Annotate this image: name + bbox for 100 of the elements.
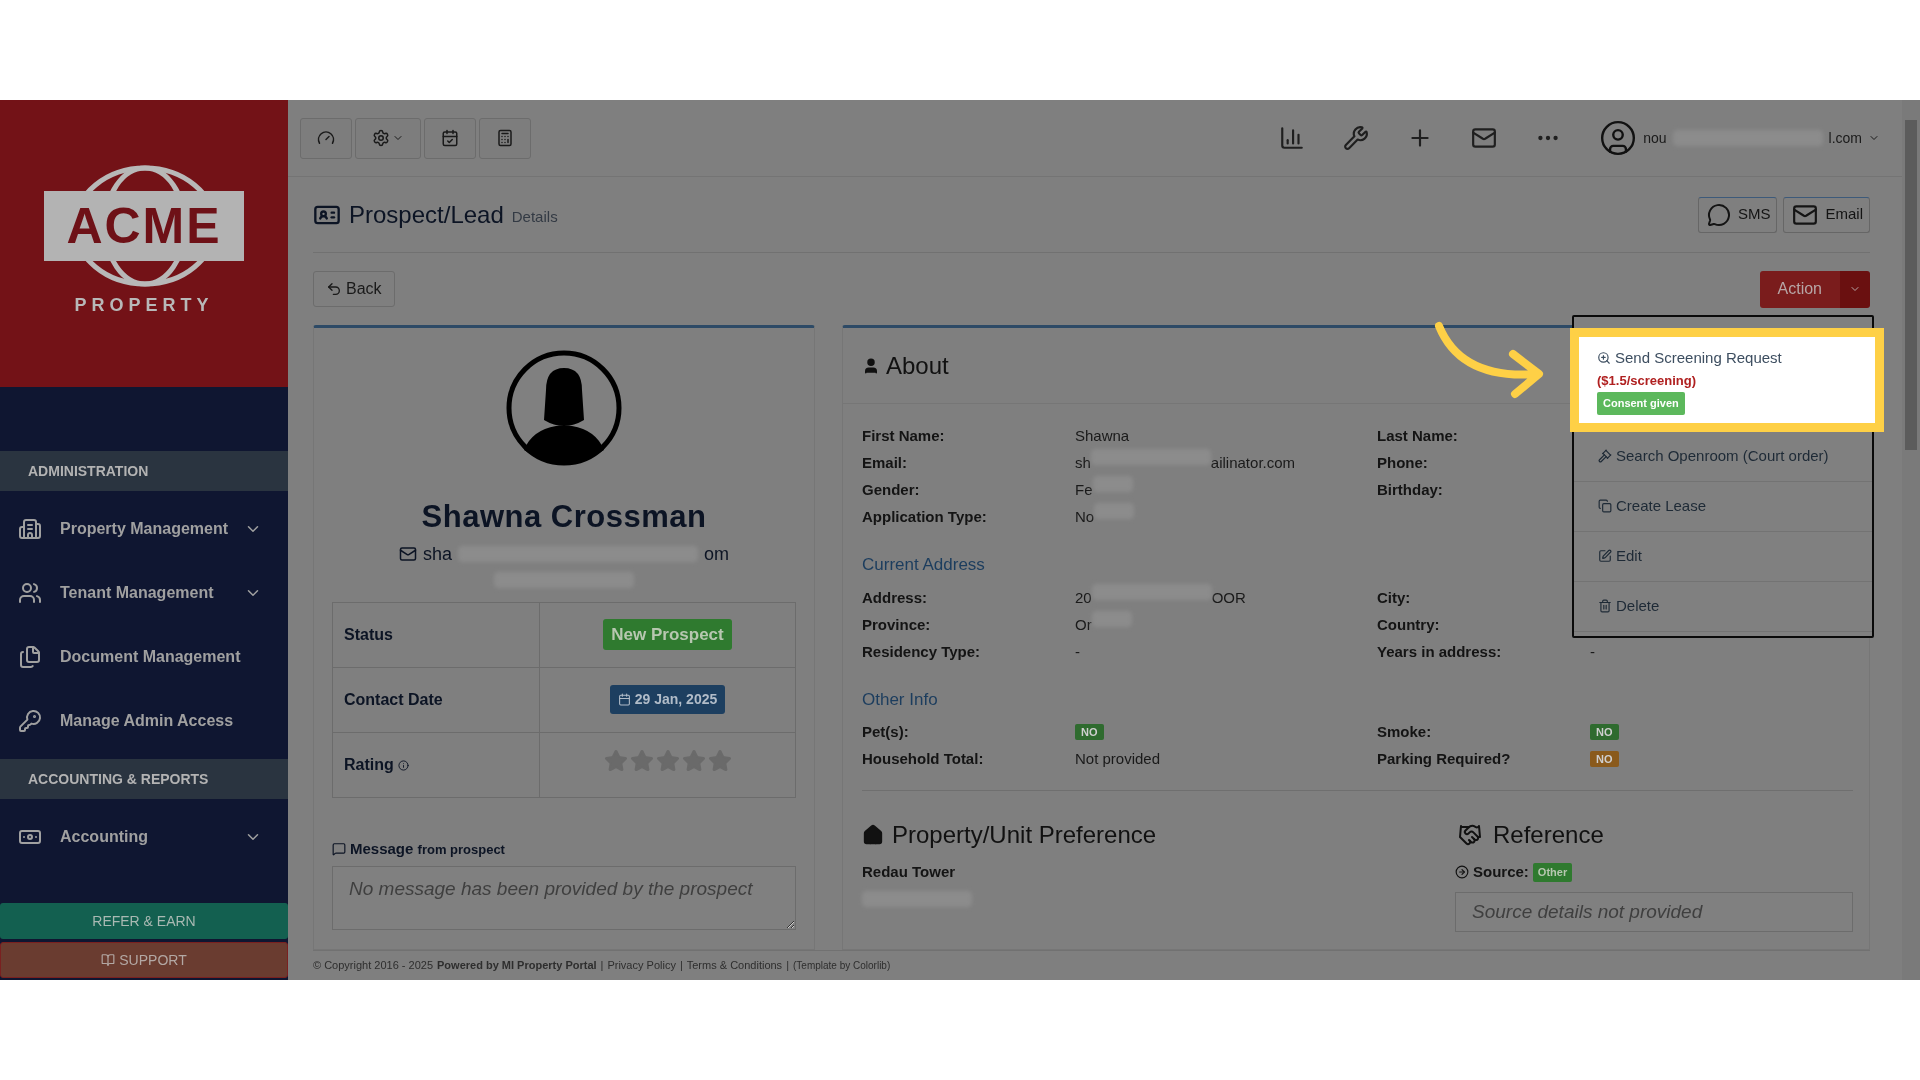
toolbar-button[interactable] — [355, 117, 421, 159]
field-value: 20 — [1075, 587, 1092, 608]
email-text: sha — [422, 542, 452, 566]
trash-icon — [1598, 599, 1612, 613]
bar-chart-icon[interactable] — [1279, 125, 1306, 151]
field-label: Country: — [1377, 614, 1441, 635]
field-value: sh — [1075, 453, 1091, 473]
field-value: Shawna — [1075, 426, 1130, 446]
wrench-icon[interactable] — [1343, 125, 1370, 151]
field-label: Pet(s): — [862, 722, 910, 742]
field-label: City: — [1377, 587, 1412, 608]
calendar-check-icon — [441, 129, 459, 147]
email-button[interactable]: Email — [1783, 196, 1870, 233]
user-icon — [862, 356, 880, 375]
sidebar-item[interactable]: Tenant Management — [0, 561, 288, 625]
field-label: Household Total: — [862, 749, 985, 769]
user-avatar-icon — [1599, 119, 1638, 157]
field-label: Last Name: — [1377, 426, 1459, 446]
date-badge: 29 Jan, 2025 — [609, 685, 726, 714]
source-label: Source: — [1473, 862, 1529, 882]
calendar-icon — [617, 693, 631, 706]
footer-separator: | — [600, 958, 604, 974]
field-value: - — [1590, 641, 1595, 662]
field-label: Gender: — [862, 480, 921, 500]
footer-link[interactable]: Terms & Conditions — [686, 957, 783, 974]
field-value: - — [1075, 641, 1080, 662]
logo-tagline: PROPERTY — [73, 293, 215, 317]
field-label: First Name: — [862, 426, 946, 446]
no-badge: NO — [1590, 723, 1619, 740]
section-title: Property/Unit Preference — [892, 820, 1157, 850]
no-badge: NO — [1590, 750, 1619, 767]
files-icon — [18, 645, 42, 669]
settings-icon — [372, 129, 390, 147]
book-icon — [101, 953, 116, 967]
sidebar-item[interactable]: Property Management — [0, 497, 288, 561]
info-icon — [397, 759, 409, 771]
consent-badge: Consent given — [1597, 392, 1685, 415]
footer-separator: | — [786, 958, 789, 974]
refer-earn-button[interactable]: REFER & EARN — [0, 903, 288, 939]
comment-icon — [332, 841, 346, 856]
mail-icon[interactable] — [1471, 125, 1498, 151]
subsection-title: Current Address — [862, 554, 985, 576]
table-cell: Status — [332, 602, 540, 667]
sidebar-item[interactable]: Manage Admin Access — [0, 689, 288, 753]
edit-icon — [1598, 549, 1612, 563]
sidebar-item[interactable]: Accounting — [0, 805, 288, 869]
email-text: om — [704, 542, 729, 566]
field-label: Province: — [862, 614, 932, 635]
table-cell: Contact Date — [332, 667, 540, 732]
field-label: Parking Required? — [1377, 749, 1512, 769]
house-icon — [862, 824, 884, 846]
field-value: ailinator.com — [1210, 453, 1296, 473]
field-label: Years in address: — [1377, 641, 1503, 662]
user-menu[interactable]: nou l.com — [1599, 119, 1880, 157]
back-button[interactable]: Back — [313, 271, 395, 307]
message-label: Message from prospect — [350, 838, 505, 859]
source-field[interactable]: Source details not provided — [1455, 891, 1853, 932]
field-label: Smoke: — [1377, 722, 1433, 742]
menu-item[interactable]: Edit — [1574, 531, 1872, 582]
gavel-icon — [1598, 449, 1612, 463]
table-cell: Rating — [332, 732, 540, 797]
menu-item[interactable]: Search Openroom (Court order) — [1574, 431, 1872, 482]
field-value: OOR — [1211, 587, 1246, 608]
field-label: Birthday: — [1377, 480, 1444, 500]
field-label: Email: — [862, 453, 908, 473]
menu-item[interactable]: Delete — [1574, 581, 1872, 632]
section-header: ACCOUNTING & REPORTS — [0, 759, 288, 799]
status-badge: New Prospect — [603, 618, 732, 651]
field-label: Address: — [862, 587, 929, 608]
field-value: Not provided — [1075, 749, 1161, 769]
building-icon — [18, 517, 42, 541]
powered-by-text: Powered by MI Property Portal — [437, 958, 597, 974]
field-label: Application Type: — [862, 507, 988, 527]
message-field[interactable]: No message has been provided by the prospect — [332, 866, 796, 930]
search-icon — [1597, 351, 1611, 366]
price-text: ($1.5/screening) — [1597, 371, 1697, 390]
menu-item[interactable]: Create Lease — [1574, 481, 1872, 532]
field-label: Phone: — [1377, 453, 1429, 473]
sms-button[interactable]: SMS — [1697, 196, 1778, 233]
source-badge: Other — [1532, 863, 1573, 882]
menu-item[interactable]: Send Screening Request ($1.5/screening) Consent given — [1579, 337, 1875, 423]
credit-text: (Template by Colorlib) — [793, 959, 891, 973]
toolbar-button[interactable] — [479, 117, 531, 159]
section-header: ADMINISTRATION — [0, 451, 288, 491]
sidebar-item[interactable]: Document Management — [0, 625, 288, 689]
users-icon — [18, 581, 42, 605]
section-title: About — [886, 350, 949, 381]
support-button[interactable]: SUPPORT — [0, 942, 288, 978]
field-value: Or — [1075, 614, 1092, 635]
logo-text: ACME — [66, 200, 222, 251]
section-title: Reference — [1493, 820, 1604, 850]
toolbar-button[interactable] — [300, 117, 352, 159]
toolbar-button[interactable] — [424, 117, 476, 159]
subsection-title: Other Info — [862, 688, 938, 711]
no-badge: NO — [1075, 723, 1104, 740]
page-subtitle: Details — [511, 207, 558, 228]
field-value: No — [1075, 507, 1095, 527]
footer-link[interactable]: Privacy Policy — [607, 957, 676, 974]
calculator-icon — [496, 129, 514, 147]
copyright-text: © Copyright 2016 - 2025 — [313, 958, 433, 974]
